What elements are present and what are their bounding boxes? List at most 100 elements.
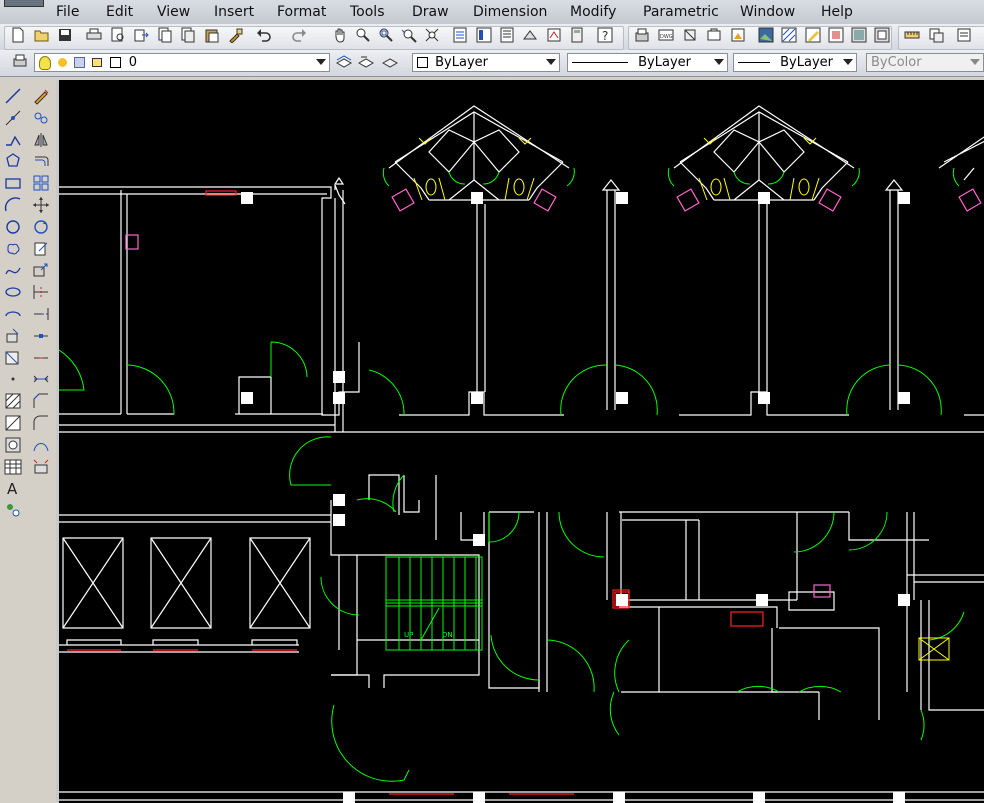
linetype-dropdown[interactable]: ByLayer (567, 53, 728, 72)
layer-state-manager-icon[interactable] (382, 53, 398, 69)
save-icon[interactable] (57, 27, 73, 43)
insert-block-icon[interactable] (3, 326, 23, 346)
hatch-icon[interactable] (781, 27, 797, 43)
ellipse-arc-icon[interactable] (3, 304, 23, 324)
chamfer-icon[interactable] (31, 391, 51, 411)
table-icon[interactable] (3, 457, 23, 477)
move-icon[interactable] (31, 195, 51, 215)
gradient-icon[interactable] (3, 413, 23, 433)
plot-preview-icon[interactable] (110, 27, 126, 43)
menu-help[interactable]: Help (821, 4, 853, 20)
blend-curves-icon[interactable] (31, 435, 51, 455)
hatch-icon[interactable] (3, 391, 23, 411)
copy-object-icon[interactable] (31, 108, 51, 128)
layer-previous-icon[interactable] (358, 53, 374, 69)
distance-icon[interactable] (904, 27, 920, 43)
menu-tools[interactable]: Tools (350, 4, 385, 20)
copy-icon[interactable] (180, 27, 196, 43)
attribute-icon[interactable] (706, 27, 722, 43)
menu-parametric[interactable]: Parametric (643, 4, 719, 20)
layer-state-icon[interactable] (634, 27, 650, 43)
break-at-point-icon[interactable] (31, 326, 51, 346)
calculator-icon[interactable] (569, 27, 585, 43)
zoom-extents-icon[interactable] (424, 27, 440, 43)
rotate-icon[interactable] (31, 217, 51, 237)
redo-icon[interactable] (291, 27, 307, 43)
point-icon[interactable] (3, 369, 23, 389)
menu-window[interactable]: Window (740, 4, 795, 20)
rectangle-icon[interactable] (3, 173, 23, 193)
multiline-text-icon[interactable]: A (3, 478, 23, 498)
new-icon[interactable] (10, 27, 26, 43)
design-center-icon[interactable] (476, 27, 492, 43)
floor-plan-drawing[interactable]: UP DN (59, 80, 984, 803)
explode-icon[interactable] (31, 457, 51, 477)
tool-palettes-icon[interactable] (499, 27, 515, 43)
pan-icon[interactable] (332, 27, 348, 43)
extend-icon[interactable] (31, 304, 51, 324)
make-block-icon[interactable] (3, 348, 23, 368)
ellipse-icon[interactable] (3, 282, 23, 302)
zoom-window-icon[interactable] (378, 27, 394, 43)
dwg-icon[interactable]: DWG (658, 27, 674, 43)
publish-icon[interactable] (133, 27, 149, 43)
revision-cloud-icon[interactable] (3, 239, 23, 259)
raster-icon[interactable] (758, 27, 774, 43)
menu-dimension[interactable]: Dimension (473, 4, 547, 20)
region-icon[interactable] (3, 435, 23, 455)
line-icon[interactable] (3, 86, 23, 106)
arc-icon[interactable] (3, 195, 23, 215)
open-icon[interactable] (34, 27, 50, 43)
menu-format[interactable]: Format (277, 4, 326, 20)
trim-icon[interactable] (31, 282, 51, 302)
fillet-icon[interactable] (31, 413, 51, 433)
door-swing (270, 341, 308, 378)
menu-view[interactable]: View (157, 4, 190, 20)
array-icon[interactable] (31, 173, 51, 193)
erase-icon[interactable] (31, 86, 51, 106)
clip-icon[interactable] (874, 27, 890, 43)
break-icon[interactable] (31, 348, 51, 368)
sheet-set-icon[interactable] (522, 27, 538, 43)
lineweight-dropdown[interactable]: ByLayer (733, 53, 857, 72)
add-selected-icon[interactable] (3, 500, 23, 520)
match-properties-icon[interactable] (228, 27, 244, 43)
markup-icon[interactable] (546, 27, 562, 43)
scale-icon[interactable] (31, 239, 51, 259)
undo-icon[interactable] (256, 27, 272, 43)
offset-icon[interactable] (31, 151, 51, 171)
layer-dropdown[interactable]: 0 (34, 53, 330, 72)
properties-icon[interactable] (452, 27, 468, 43)
plot-icon[interactable] (86, 27, 102, 43)
layer-copy-icon[interactable] (928, 27, 944, 43)
menu-file[interactable]: File (56, 4, 79, 20)
block-icon[interactable] (682, 27, 698, 43)
menu-modify[interactable]: Modify (570, 4, 616, 20)
make-current-layer-icon[interactable] (336, 53, 352, 69)
paste-icon[interactable] (204, 27, 220, 43)
publish-dwf-icon[interactable] (956, 27, 972, 43)
stretch-icon[interactable] (31, 260, 51, 280)
help-icon[interactable]: ? (597, 27, 613, 43)
circle-icon[interactable] (3, 217, 23, 237)
gradient-icon[interactable] (805, 27, 821, 43)
zoom-previous-icon[interactable] (401, 27, 417, 43)
polygon-icon[interactable] (3, 151, 23, 171)
join-icon[interactable] (31, 369, 51, 389)
menu-insert[interactable]: Insert (214, 4, 254, 20)
spline-icon[interactable] (3, 260, 23, 280)
cut-icon[interactable] (157, 27, 173, 43)
application-menu-button[interactable] (4, 0, 44, 7)
polyline-icon[interactable] (3, 130, 23, 150)
image-icon[interactable] (730, 27, 746, 43)
menu-edit[interactable]: Edit (106, 4, 133, 20)
color-dropdown[interactable]: ByLayer (412, 53, 560, 72)
mirror-icon[interactable] (31, 130, 51, 150)
layer-properties-icon[interactable] (12, 53, 28, 69)
menu-draw[interactable]: Draw (412, 4, 449, 20)
zoom-realtime-icon[interactable] (355, 27, 371, 43)
construction-line-icon[interactable] (3, 108, 23, 128)
measure-icon[interactable] (851, 27, 867, 43)
drawing-canvas[interactable]: UP DN (56, 80, 984, 803)
region-icon[interactable] (828, 27, 844, 43)
